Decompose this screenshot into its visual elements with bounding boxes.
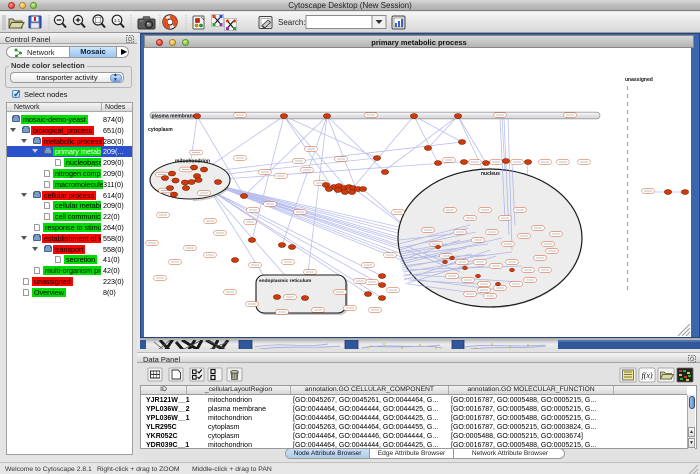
svg-text:f(x): f(x) [641, 371, 652, 380]
svg-text:plasma membrane: plasma membrane [152, 113, 196, 119]
svg-text:endoplasmic reticulum: endoplasmic reticulum [259, 278, 311, 284]
svg-text:unassigned: unassigned [625, 77, 653, 83]
svg-text:cytoplasm: cytoplasm [148, 127, 173, 133]
svg-text:1:1: 1:1 [114, 18, 121, 23]
svg-text:nucleus: nucleus [481, 171, 500, 177]
svg-text:mitochondrion: mitochondrion [175, 159, 210, 165]
